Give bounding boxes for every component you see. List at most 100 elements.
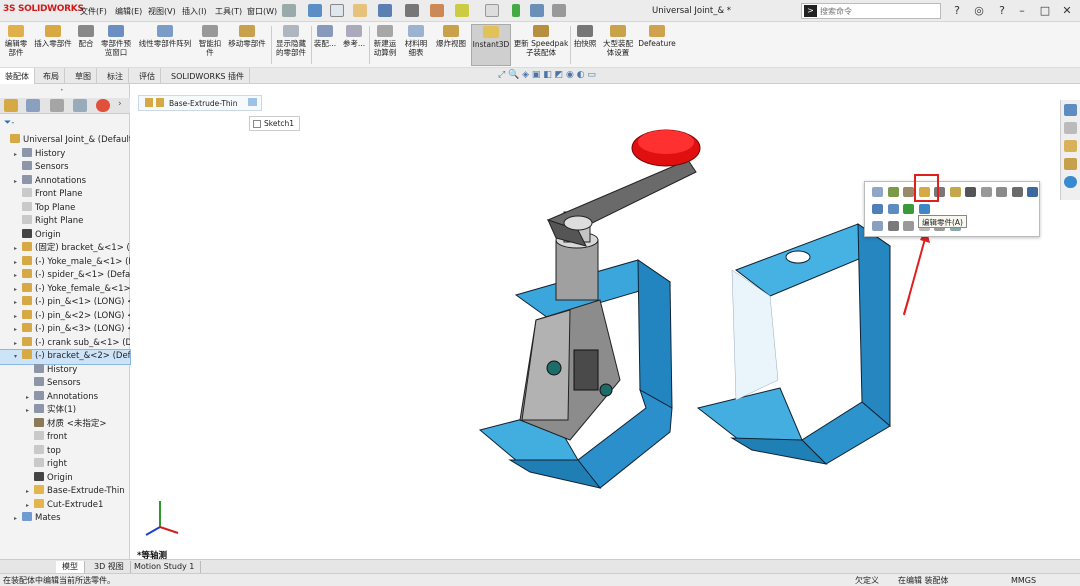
- view-palette-icon[interactable]: [1064, 158, 1077, 170]
- view-normal-icon[interactable]: [903, 221, 914, 231]
- tree-item[interactable]: ▸ 实体(1): [0, 404, 130, 418]
- show-hidden-button[interactable]: 显示隐藏 的零部件: [273, 24, 309, 66]
- close-icon[interactable]: ✕: [1060, 4, 1074, 17]
- chevron-right-icon[interactable]: ▸: [14, 337, 22, 350]
- new-file-icon[interactable]: [330, 4, 344, 17]
- filter-icon[interactable]: ⏷-: [4, 118, 14, 128]
- chevron-right-icon[interactable]: ▸: [14, 175, 22, 188]
- tree-item[interactable]: Origin: [0, 471, 130, 486]
- options-grid-icon[interactable]: [530, 4, 544, 17]
- insert-component-button[interactable]: 插入零部件: [32, 24, 74, 66]
- chevron-right-icon[interactable]: ▸: [14, 256, 22, 269]
- feature-tree-tab-icon[interactable]: [4, 99, 18, 112]
- chevron-right-icon[interactable]: ▸: [14, 242, 22, 255]
- search-input[interactable]: 搜索命令: [820, 6, 852, 17]
- mate-tool-icon[interactable]: [918, 204, 930, 214]
- menu-window[interactable]: 窗口(W): [247, 6, 277, 17]
- open-part-icon[interactable]: [872, 187, 883, 197]
- resources-pane-icon[interactable]: [1064, 122, 1077, 134]
- chevron-right-icon[interactable]: ▸: [26, 404, 34, 417]
- change-transparency-icon[interactable]: [887, 204, 899, 214]
- pin-icon[interactable]: [996, 187, 1007, 197]
- settings-icon[interactable]: [552, 4, 566, 17]
- menu-view[interactable]: 视图(V): [148, 6, 176, 17]
- tree-item[interactable]: ▸ (-) pin_&<2> (LONG) <<: [0, 309, 130, 324]
- chevron-right-icon[interactable]: ▸: [14, 310, 22, 323]
- select-cursor-icon[interactable]: [485, 4, 499, 17]
- bracket-2-model[interactable]: [696, 223, 892, 465]
- tree-item[interactable]: ▸ Mates: [0, 512, 130, 526]
- assembly-features-button[interactable]: 装配...: [312, 24, 338, 66]
- dimension-icon[interactable]: [965, 187, 976, 197]
- tab-model[interactable]: 模型: [56, 561, 85, 573]
- tree-item[interactable]: Sensors: [0, 161, 130, 175]
- assembly-3d-model[interactable]: [470, 120, 910, 500]
- linear-pattern-button[interactable]: 线性零部件阵列: [135, 24, 195, 66]
- menu-file[interactable]: 文件(F): [80, 6, 107, 17]
- help-circle-icon[interactable]: ?: [995, 4, 1009, 17]
- chevron-right-icon[interactable]: ▸: [14, 148, 22, 161]
- instant3d-button[interactable]: Instant3D: [471, 24, 511, 66]
- save-icon[interactable]: [378, 4, 392, 17]
- home-icon[interactable]: [308, 4, 322, 17]
- chevron-down-icon[interactable]: ▾: [14, 350, 22, 363]
- view-heads-up-toolbar[interactable]: ⤢ 🔍 ◈ ▣ ◧ ◩ ◉ ◐ ▭: [498, 70, 596, 80]
- tab-markup[interactable]: 标注: [102, 68, 129, 84]
- tab-evaluate[interactable]: 评估: [134, 68, 161, 84]
- chevron-right-icon[interactable]: ▸: [14, 296, 22, 309]
- large-assembly-button[interactable]: 大型装配 体设置: [600, 24, 636, 66]
- undo-icon[interactable]: [430, 4, 444, 17]
- tree-item[interactable]: ▸ Annotations: [0, 174, 130, 189]
- tree-item[interactable]: top: [0, 444, 130, 459]
- tab-assembly[interactable]: 装配体: [0, 68, 35, 84]
- display-manager-tab-icon[interactable]: [96, 99, 110, 112]
- pin-icon[interactable]: [282, 4, 296, 17]
- file-explorer-icon[interactable]: [1064, 140, 1077, 152]
- tree-item[interactable]: Origin: [0, 228, 130, 243]
- tree-item[interactable]: ▸ (-) spider_&<1> (Default: [0, 269, 130, 283]
- chevron-right-icon[interactable]: ▸: [26, 499, 34, 512]
- print-icon[interactable]: [405, 4, 419, 17]
- tab-solidworks-addins[interactable]: SOLIDWORKS 插件: [166, 68, 250, 84]
- menu-tools[interactable]: 工具(T): [215, 6, 242, 17]
- tab-layout[interactable]: 布局: [38, 68, 65, 84]
- search-box[interactable]: > 搜索命令: [801, 3, 941, 19]
- edit-component-button[interactable]: 编辑零 部件: [2, 24, 30, 66]
- tree-item[interactable]: ▸ Cut-Extrude1: [0, 498, 130, 513]
- chevron-right-icon[interactable]: ▸: [26, 391, 34, 404]
- tree-item[interactable]: ▸ (-) Yoke_female_&<1> (D: [0, 282, 130, 297]
- tab-sketch[interactable]: 草图: [70, 68, 97, 84]
- tree-item[interactable]: ▸ History: [0, 147, 130, 162]
- breadcrumb-feature[interactable]: Base-Extrude-Thin: [169, 99, 238, 108]
- update-speedpak-button[interactable]: 更新 Speedpak 子装配体: [513, 24, 569, 66]
- breadcrumb-sketch[interactable]: Sketch1: [249, 116, 301, 131]
- new-motion-study-button[interactable]: 新建运 动算例: [370, 24, 400, 66]
- dimxpert-tab-icon[interactable]: [73, 99, 87, 112]
- menu-edit[interactable]: 编辑(E): [115, 6, 142, 17]
- chevron-right-icon[interactable]: ▸: [14, 283, 22, 296]
- tab-3d-views[interactable]: 3D 视图: [88, 561, 131, 573]
- chevron-right-icon[interactable]: ›: [118, 99, 122, 109]
- appearance-icon[interactable]: [903, 204, 914, 214]
- tree-item[interactable]: Right Plane: [0, 215, 130, 229]
- tree-item[interactable]: Top Plane: [0, 201, 130, 216]
- bom-button[interactable]: 材料明 细表: [401, 24, 431, 66]
- chevron-right-icon[interactable]: ▸: [26, 485, 34, 498]
- redo-icon[interactable]: [455, 4, 469, 17]
- minimize-icon[interactable]: –: [1015, 4, 1029, 17]
- tree-item[interactable]: ▸ (-) crank sub_&<1> (Def: [0, 336, 130, 351]
- smart-fastener-button[interactable]: 智能扣 件: [196, 24, 224, 66]
- tree-item[interactable]: Sensors: [0, 377, 130, 391]
- move-component-button[interactable]: 移动零部件: [225, 24, 269, 66]
- tree-item[interactable]: History: [0, 363, 130, 378]
- chevron-right-icon[interactable]: ▸: [14, 323, 22, 336]
- open-file-icon[interactable]: [353, 4, 367, 17]
- tree-item[interactable]: ▸ (-) pin_&<1> (LONG) <<: [0, 296, 130, 310]
- user-icon[interactable]: ◎: [972, 4, 986, 17]
- universal-joint-model[interactable]: [519, 211, 621, 441]
- chevron-right-icon[interactable]: ▸: [14, 512, 22, 525]
- tree-item[interactable]: ▸ Base-Extrude-Thin: [0, 485, 130, 499]
- traffic-light-icon[interactable]: [512, 4, 520, 17]
- breadcrumb[interactable]: Base-Extrude-Thin: [138, 95, 262, 111]
- attach-icon[interactable]: [1011, 187, 1023, 197]
